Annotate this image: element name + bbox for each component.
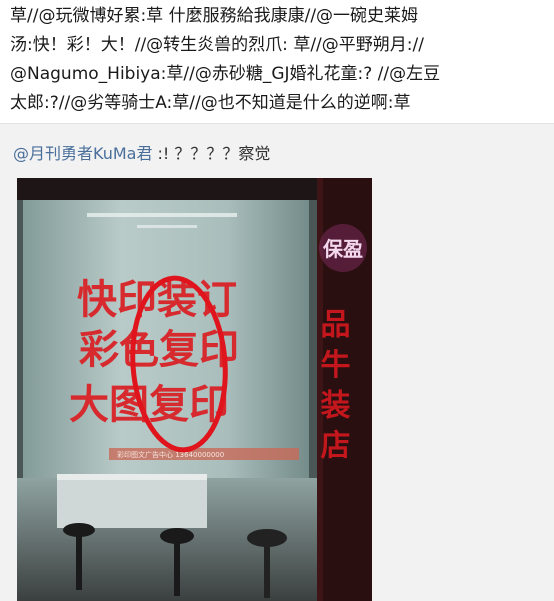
reposted-post[interactable]: @月刊勇者KuMa君 :! ？？？？察觉 快印装订 彩色复印 大图复印 彩印图文… [0,123,554,601]
repost-text: :! ？？？？察觉 [152,144,271,163]
post-text-line: 草//@玩微博好累:草 什麼服務給我康康//@一碗史莱姆 [10,6,419,26]
right-banner-text: 品 牛 装 店 [315,308,351,461]
post-text-line: 太郎:?//@劣等骑士A:草//@也不知道是什么的逆啊:草 [10,93,411,113]
shop-window-photo: 快印装订 彩色复印 大图复印 彩印图文广告中心 13640000000 品 牛 … [17,178,372,601]
post-text-line: @Nagumo_Hibiya:草//@赤砂糖_GJ婚礼花童:? //@左豆 [10,64,441,84]
post-text: 草//@玩微博好累:草 什麼服務給我康康//@一碗史莱姆 汤:快！彩！大！//@… [10,2,548,118]
sign-phone-text: 彩印图文广告中心 13640000000 [117,450,224,459]
post-text-line: 汤:快！彩！大！//@转生炎兽的烈爪: 草//@平野朔月:// [10,35,424,55]
repost-header: @月刊勇者KuMa君 :! ？？？？察觉 [13,140,270,164]
sign-line-color-copy: 彩色复印 [79,327,239,373]
weibo-post-view: 草//@玩微博好累:草 什麼服務給我康康//@一碗史莱姆 汤:快！彩！大！//@… [0,0,554,601]
post-image[interactable]: 快印装订 彩色复印 大图复印 彩印图文广告中心 13640000000 品 牛 … [17,178,372,601]
repost-username-link[interactable]: @月刊勇者KuMa君 [13,144,152,163]
shop-brand-text: 保盈 [322,237,363,261]
